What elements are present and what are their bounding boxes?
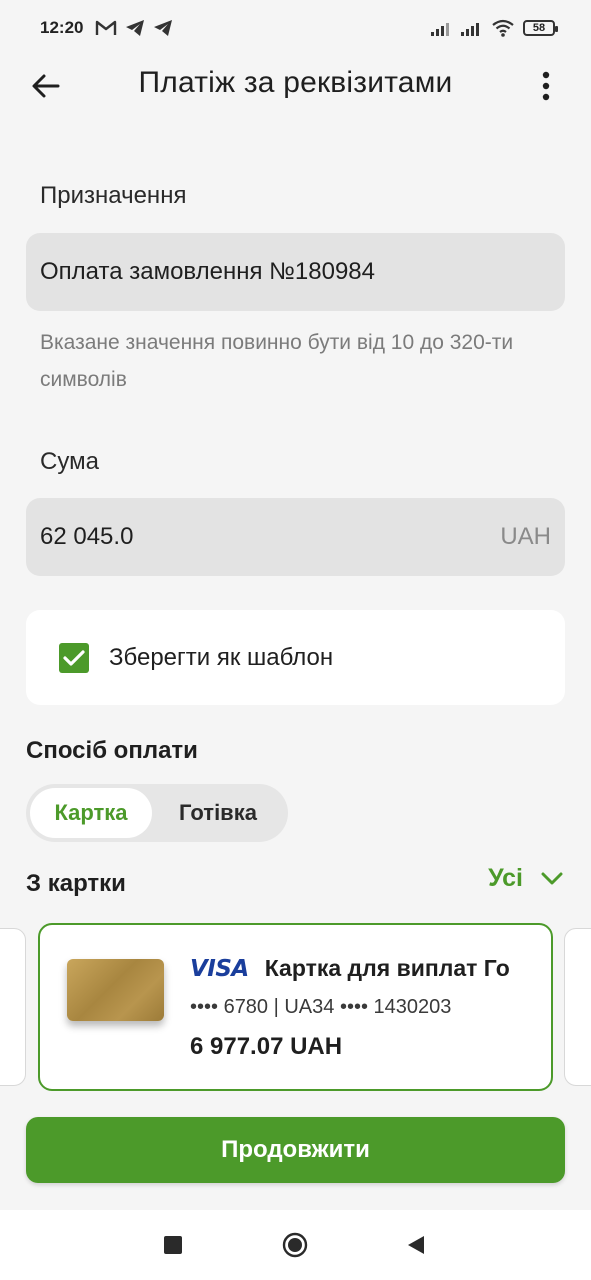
home-icon[interactable] [282,1232,308,1258]
app-bar: Платіж за реквізитами [0,56,591,116]
checkmark-icon [63,649,85,666]
battery-icon: 58 [523,20,558,36]
visa-logo: VISA [190,955,249,982]
all-cards-label: Усі [488,864,523,892]
status-left: 12:20 [40,18,173,38]
amount-value: 62 045.0 [40,523,134,550]
system-nav-bar [0,1210,591,1280]
save-template-label: Зберегти як шаблон [109,643,334,671]
continue-button[interactable]: Продовжити [26,1117,565,1183]
card-balance: 6 977.07 UAH [190,1033,343,1060]
payment-method-toggle: Картка Готівка [26,784,288,842]
tab-cash[interactable]: Готівка [152,788,284,838]
more-vert-icon[interactable] [539,70,553,102]
telegram-icon [154,20,173,36]
card-next-peek[interactable] [564,928,591,1086]
card-name: Картка для виплат Го [264,955,510,981]
card-name-row: VISA Картка для виплат Го [190,955,526,982]
card-info: VISA Картка для виплат Го •••• 6780 | UA… [190,955,526,1061]
purpose-hint: Вказане значення повинно бути від 10 до … [40,331,514,391]
page-title: Платіж за реквізитами [138,66,453,99]
purpose-input[interactable]: Оплата замовлення №180984 [26,233,565,311]
payment-method-title: Спосіб оплати [26,737,198,764]
purpose-label: Призначення [40,182,187,209]
save-template-checkbox[interactable] [59,642,89,673]
purpose-value: Оплата замовлення №180984 [40,258,375,285]
all-cards-dropdown[interactable]: Усі [488,864,563,893]
recents-icon[interactable] [164,1236,182,1254]
status-right: 58 [431,19,558,37]
from-card-title: З картки [26,870,126,897]
chevron-down-icon [541,872,563,884]
selected-card[interactable]: VISA Картка для виплат Го •••• 6780 | UA… [38,923,553,1091]
gmail-icon [96,20,117,35]
status-time: 12:20 [40,18,84,37]
card-prev-peek[interactable] [0,928,26,1086]
nav-back-icon[interactable] [406,1234,426,1256]
card-image [67,959,164,1021]
signal-icon [461,23,479,36]
save-template-row[interactable]: Зберегти як шаблон [26,610,565,705]
signal-icon [431,23,449,36]
status-bar: 12:20 58 [0,0,591,56]
telegram-icon [126,20,145,36]
amount-currency: UAH [500,523,551,550]
wifi-icon [492,19,514,37]
tab-card[interactable]: Картка [30,788,152,838]
card-number: •••• 6780 | UA34 •••• 1430203 [190,996,452,1018]
notification-icons [95,19,173,37]
amount-input[interactable]: 62 045.0 UAH [26,498,565,576]
amount-label: Сума [40,448,99,475]
